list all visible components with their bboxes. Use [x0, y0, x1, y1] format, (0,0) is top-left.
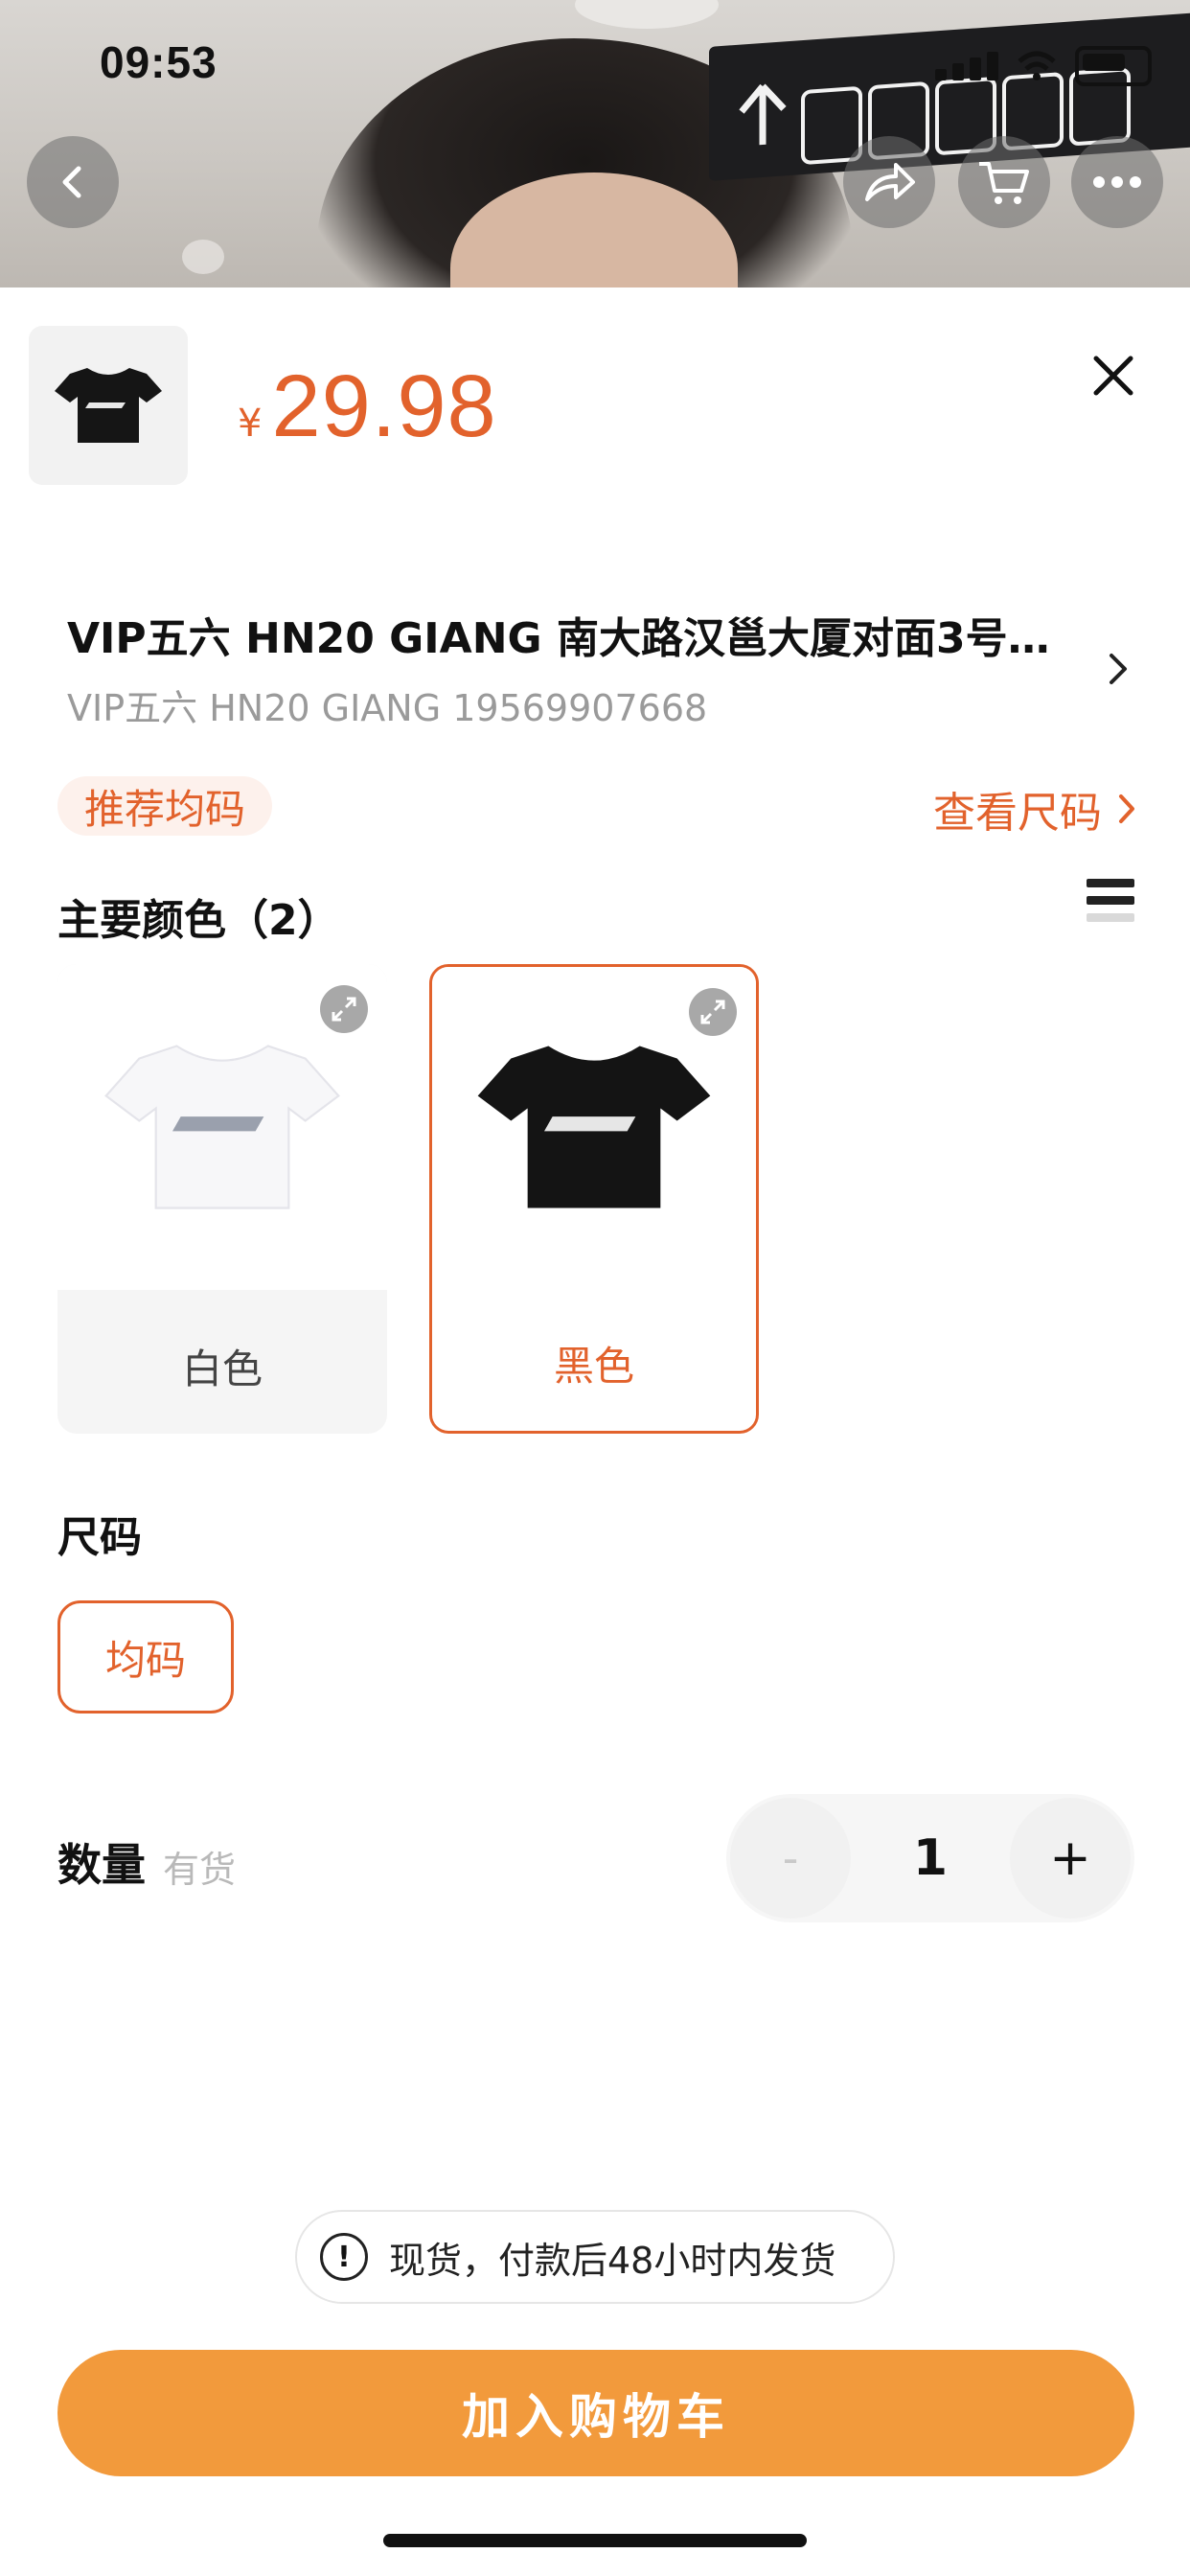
- shipping-note-text: 现货，付款后48小时内发货: [389, 2239, 836, 2282]
- expand-arrows-icon: [332, 997, 356, 1022]
- product-photo-header: 09:53: [0, 0, 1190, 288]
- quantity-increase-button[interactable]: +: [1010, 1798, 1131, 1919]
- ceiling-light: [575, 0, 719, 29]
- shipping-address-row[interactable]: VIP五六 HN20 GIANG 南大路汉邕大厦对面3号… VIP五六 HN20…: [67, 604, 1140, 748]
- more-dots-icon: [1093, 176, 1141, 188]
- color-option-label: 黑色: [553, 1343, 634, 1390]
- ceiling-light: [182, 240, 224, 274]
- share-button[interactable]: [843, 136, 935, 228]
- status-time: 09:53: [100, 37, 217, 87]
- quantity-value[interactable]: 1: [851, 1794, 1010, 1922]
- add-to-cart-button[interactable]: 加入购物车: [57, 2350, 1134, 2476]
- stock-status: 有货: [163, 1849, 237, 1891]
- color-option-white[interactable]: 白色: [57, 964, 387, 1434]
- sku-selector-sheet: ¥ 29.98 VIP五六 HN20 GIANG 南大路汉邕大厦对面3号… VI…: [0, 288, 1190, 2576]
- size-option-one-size[interactable]: 均码: [57, 1600, 234, 1714]
- battery-icon: [1075, 46, 1152, 86]
- back-button[interactable]: [27, 136, 119, 228]
- tshirt-black-image: [477, 1046, 711, 1208]
- product-price: ¥ 29.98: [238, 356, 497, 457]
- cart-icon: [979, 162, 1029, 204]
- address-line-2: VIP五六 HN20 GIANG 19569907668: [67, 687, 708, 729]
- address-line-1: VIP五六 HN20 GIANG 南大路汉邕大厦对面3号…: [67, 614, 1050, 663]
- size-chart-label: 查看尺码: [933, 789, 1102, 838]
- share-icon: [865, 163, 915, 201]
- list-view-icon[interactable]: [1087, 879, 1134, 931]
- size-section-title: 尺码: [57, 1513, 142, 1562]
- close-icon[interactable]: [1087, 349, 1140, 402]
- recommended-size-tag: 推荐均码: [57, 776, 273, 836]
- expand-icon[interactable]: [320, 985, 368, 1033]
- tshirt-white-image: [104, 1045, 340, 1209]
- quantity-label: 数量: [57, 1839, 146, 1891]
- color-option-label: 白色: [181, 1346, 263, 1392]
- status-icons: [935, 46, 1152, 86]
- view-size-chart-link[interactable]: 查看尺码: [933, 778, 1136, 840]
- more-button[interactable]: [1071, 136, 1163, 228]
- price-value: 29.98: [271, 357, 497, 455]
- color-section-title: 主要颜色（2）: [57, 896, 340, 945]
- up-arrow-icon: [739, 83, 787, 146]
- quantity-stepper: - 1 +: [726, 1794, 1134, 1922]
- chevron-right-icon: [1119, 794, 1134, 823]
- expand-arrows-icon: [700, 1000, 725, 1024]
- tshirt-black-image: [55, 368, 162, 443]
- wifi-icon: [1018, 51, 1056, 80]
- expand-icon[interactable]: [689, 988, 737, 1036]
- currency-symbol: ¥: [238, 402, 263, 446]
- home-indicator: [383, 2534, 807, 2547]
- quantity-decrease-button[interactable]: -: [730, 1798, 851, 1919]
- info-alert-icon: !: [320, 2233, 368, 2281]
- cart-icon-button[interactable]: [958, 136, 1050, 228]
- color-option-black[interactable]: 黑色: [429, 964, 759, 1434]
- chevron-left-icon: [62, 166, 81, 198]
- product-thumbnail[interactable]: [29, 326, 188, 485]
- chevron-right-icon: [1110, 654, 1127, 684]
- shipping-note: ! 现货，付款后48小时内发货: [295, 2210, 895, 2304]
- signal-icon: [935, 52, 998, 80]
